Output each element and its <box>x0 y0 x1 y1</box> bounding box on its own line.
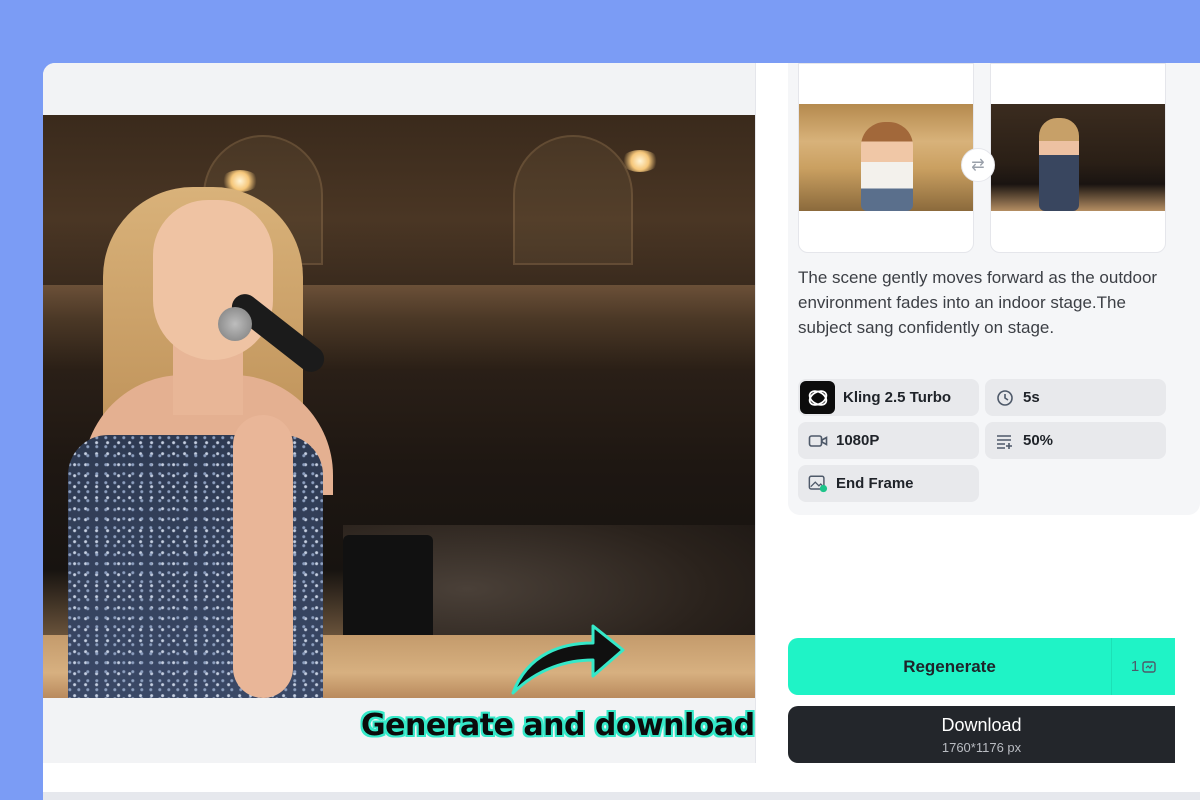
video-camera-icon <box>808 431 828 451</box>
microphone-head <box>218 307 252 341</box>
resolution-chip[interactable]: 1080P <box>798 422 979 459</box>
clock-icon <box>995 388 1015 408</box>
image-frame-icon <box>808 474 828 494</box>
hall-arch <box>513 135 633 265</box>
swap-frames-button[interactable]: ⇄ <box>961 148 995 182</box>
prompt-text[interactable]: The scene gently moves forward as the ou… <box>798 265 1178 340</box>
subject-figure <box>1039 118 1079 211</box>
download-button[interactable]: Download 1760*1176 px <box>788 706 1175 763</box>
wall-lamp <box>621 150 659 172</box>
generated-video-preview[interactable] <box>43 115 755 698</box>
singer-arm <box>233 415 293 698</box>
download-label: Download <box>941 714 1022 735</box>
promo-caption: Generate and download <box>361 708 755 743</box>
model-chip[interactable]: Kling 2.5 Turbo <box>798 379 979 416</box>
video-preview-panel: Generate and download <box>43 63 756 763</box>
motion-strength-icon <box>995 431 1015 451</box>
end-frame-card[interactable] <box>990 63 1166 253</box>
frame-mode-label: End Frame <box>836 475 914 492</box>
credit-cost: 1 <box>1112 658 1175 675</box>
curved-arrow-icon <box>511 624 625 695</box>
app-window: Generate and download ⇄ The scene gently… <box>43 63 1200 800</box>
window-bottom-edge <box>43 792 1200 800</box>
singer-face <box>153 200 273 360</box>
end-frame-thumbnail <box>991 104 1165 211</box>
credit-count: 1 <box>1130 658 1140 675</box>
regenerate-button[interactable]: Regenerate 1 <box>788 638 1175 695</box>
regenerate-label: Regenerate <box>903 656 996 676</box>
model-label: Kling 2.5 Turbo <box>843 389 952 406</box>
duration-chip[interactable]: 5s <box>985 379 1166 416</box>
start-frame-thumbnail <box>799 104 973 211</box>
frame-mode-chip[interactable]: End Frame <box>798 465 979 502</box>
credit-icon <box>1142 660 1156 673</box>
duration-label: 5s <box>1023 389 1040 406</box>
strength-label: 50% <box>1023 432 1054 449</box>
resolution-label: 1080P <box>836 432 880 449</box>
subject-figure <box>861 122 913 211</box>
swap-arrows-icon: ⇄ <box>971 157 985 174</box>
start-frame-card[interactable] <box>798 63 974 253</box>
download-dimensions: 1760*1176 px <box>941 739 1022 755</box>
generation-details-panel: ⇄ The scene gently moves forward as the … <box>788 63 1200 515</box>
kling-logo-icon <box>800 381 835 414</box>
strength-chip[interactable]: 50% <box>985 422 1166 459</box>
